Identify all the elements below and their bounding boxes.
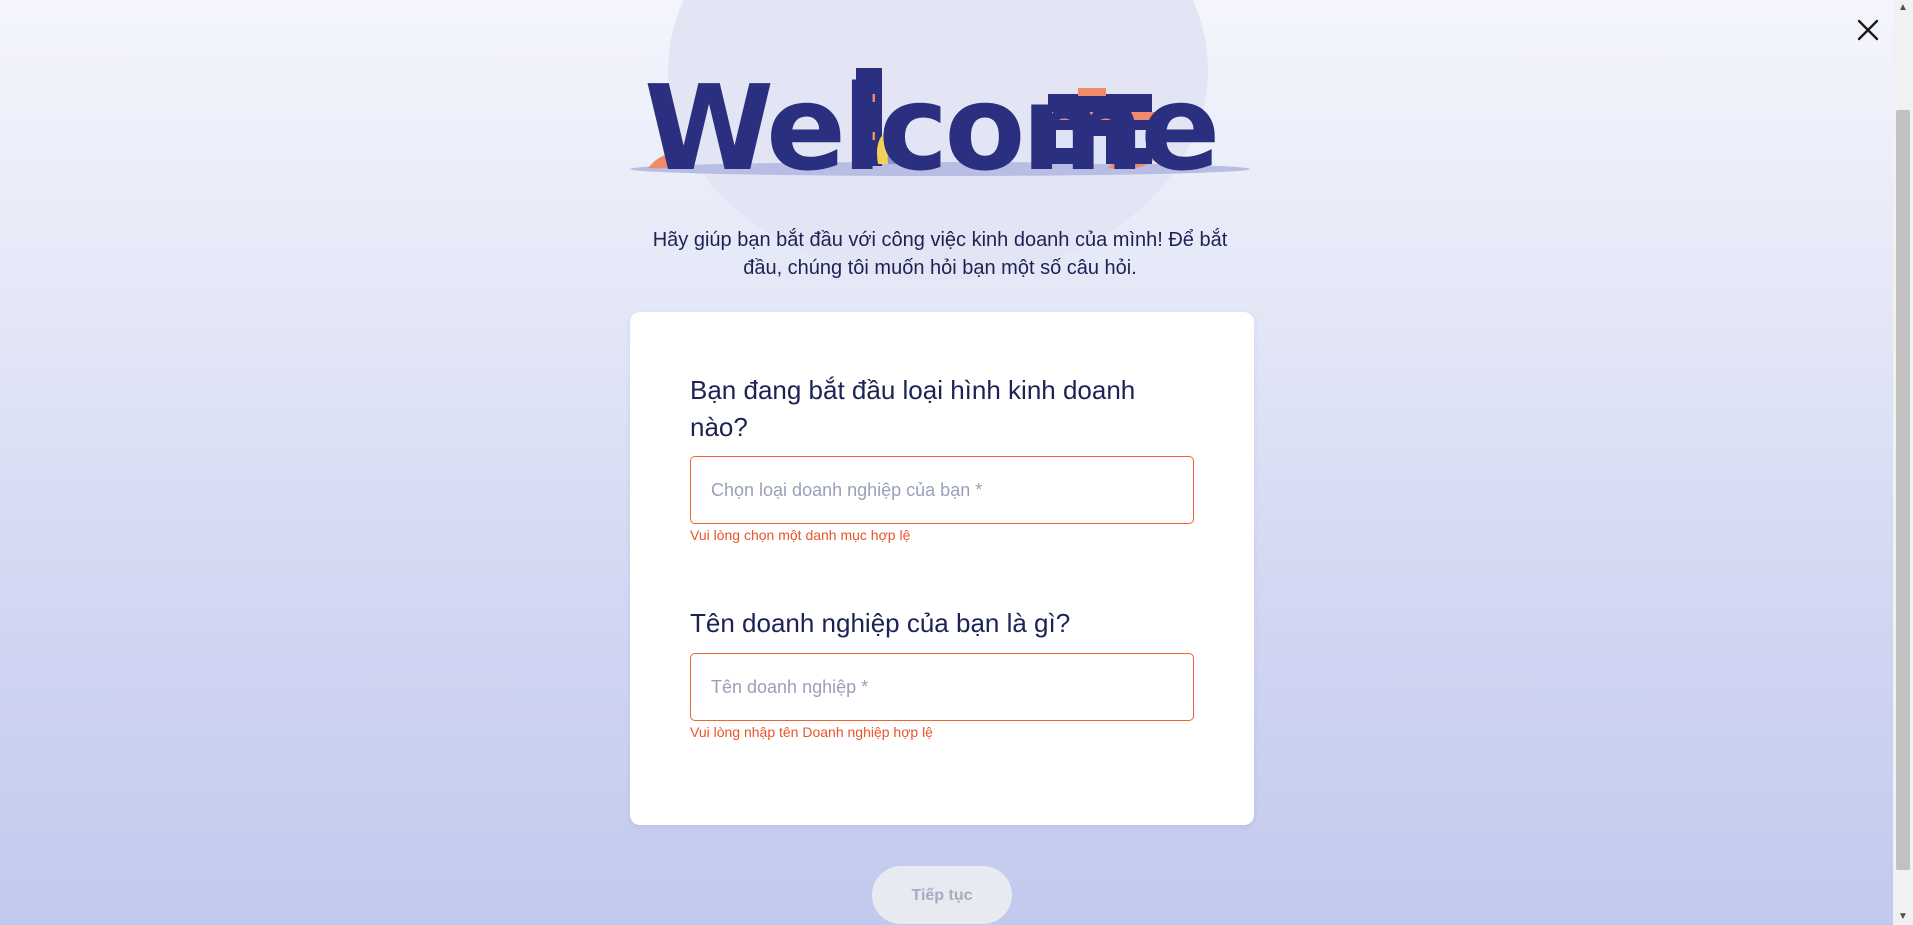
- close-icon: [1857, 19, 1879, 41]
- business-name-error: Vui lòng nhập tên Doanh nghiệp hợp lệ: [690, 724, 933, 740]
- business-name-input[interactable]: [691, 654, 1193, 720]
- continue-button[interactable]: Tiếp tục: [872, 866, 1012, 924]
- scroll-up-arrow-icon[interactable]: ▲: [1893, 0, 1913, 16]
- welcome-wordmark: Welcome: [644, 59, 1220, 197]
- scroll-thumb[interactable]: [1896, 110, 1910, 870]
- close-button[interactable]: [1852, 14, 1884, 46]
- business-type-error: Vui lòng chọn một danh mục hợp lệ: [690, 527, 911, 543]
- business-name-question: Tên doanh nghiệp của bạn là gì?: [690, 608, 1071, 638]
- intro-text: Hãy giúp bạn bắt đầu với công việc kinh …: [652, 229, 1228, 279]
- scroll-down-arrow-icon[interactable]: ▼: [1893, 909, 1913, 925]
- business-type-question: Bạn đang bắt đầu loại hình kinh doanh nà…: [690, 375, 1136, 442]
- page-scrollbar[interactable]: ▲ ▼: [1893, 0, 1913, 925]
- welcome-illustration: Welcome: [630, 60, 1250, 188]
- business-name-field[interactable]: [690, 653, 1194, 721]
- onboarding-card: Bạn đang bắt đầu loại hình kinh doanh nà…: [630, 312, 1254, 825]
- business-type-input[interactable]: [691, 457, 1193, 523]
- business-type-select[interactable]: [690, 456, 1194, 524]
